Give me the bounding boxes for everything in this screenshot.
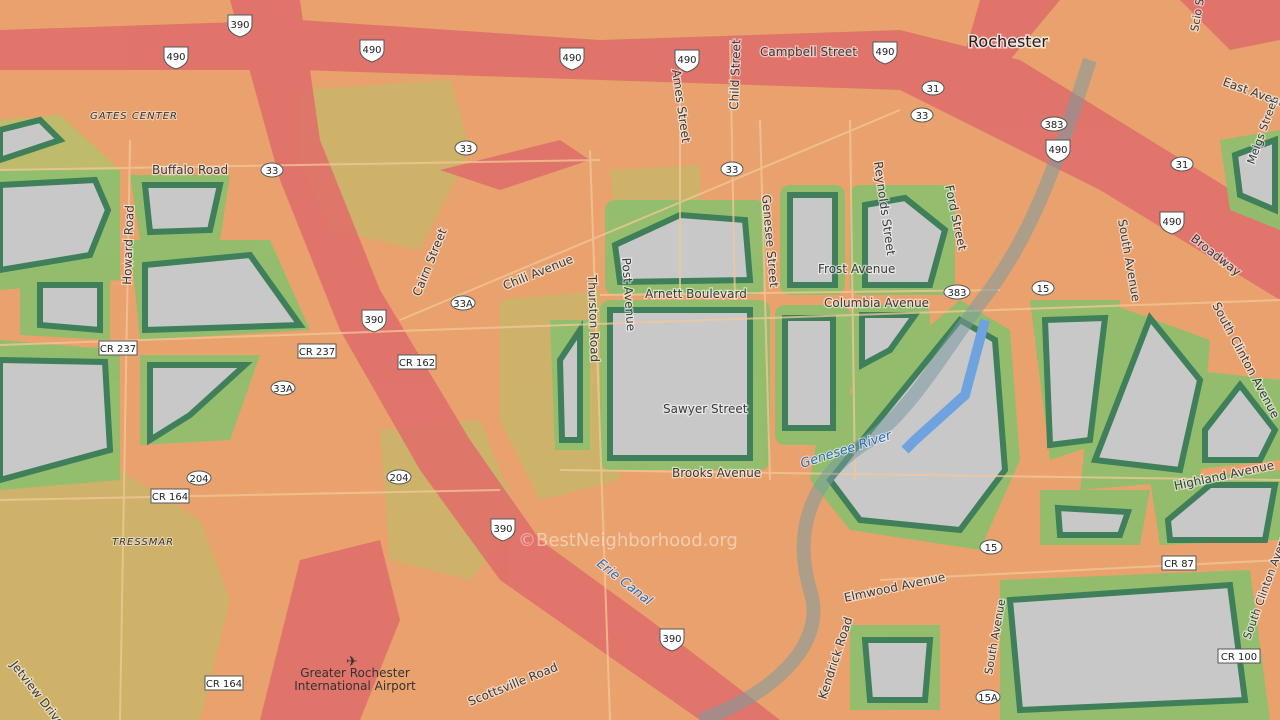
shield-i490: 490	[875, 47, 894, 58]
shield-cr100: CR 100	[1221, 652, 1257, 663]
street-label: Sawyer Street	[663, 402, 748, 416]
street-label: Frost Avenue	[818, 262, 895, 276]
shield-r204: 204	[389, 473, 408, 484]
shield-r204: 204	[189, 474, 208, 485]
shield-r383: 383	[947, 288, 966, 299]
shield-i390: 390	[230, 20, 249, 31]
shield-i490: 490	[362, 45, 381, 56]
street-label: Arnett Boulevard	[645, 287, 747, 301]
shield-cr164: CR 164	[152, 492, 188, 503]
shield-r31: 31	[927, 84, 940, 95]
shield-i490: 490	[677, 55, 696, 66]
street-label: Columbia Avenue	[824, 296, 929, 310]
shield-i490: 490	[1162, 217, 1181, 228]
shield-r15: 15	[985, 543, 998, 554]
shield-cr237: CR 237	[100, 344, 136, 355]
shield-r31: 31	[1176, 160, 1189, 171]
street-label: Child Street	[727, 39, 743, 110]
street-label: Buffalo Road	[152, 163, 228, 177]
shield-cr164: CR 164	[206, 679, 242, 690]
shield-i390: 390	[493, 524, 512, 535]
shield-cr162: CR 162	[399, 358, 435, 369]
shield-r383: 383	[1044, 120, 1063, 131]
shield-r33a: 33A	[273, 384, 293, 395]
city-label: Rochester	[968, 32, 1048, 51]
area-label-tressmar: TRESSMAR	[112, 537, 174, 548]
area-label-gates-center: GATES CENTER	[90, 111, 178, 122]
shield-r33: 33	[460, 144, 473, 155]
shield-r33: 33	[726, 165, 739, 176]
airport-label-box: Greater Rochester International Airport	[294, 667, 416, 693]
watermark: ©BestNeighborhood.org	[518, 530, 738, 551]
neighborhood-heat-map[interactable]: Rochester GATES CENTER TRESSMAR Campbell…	[0, 0, 1280, 720]
shield-i490: 490	[562, 53, 581, 64]
shield-r33: 33	[266, 166, 279, 177]
shield-r33a: 33A	[453, 299, 473, 310]
shield-r15a: 15A	[978, 693, 998, 704]
street-label: Campbell Street	[760, 45, 857, 59]
shield-cr87: CR 87	[1164, 559, 1194, 570]
shield-i490: 490	[1048, 145, 1067, 156]
street-label: Brooks Avenue	[672, 466, 761, 480]
shield-i390: 390	[662, 634, 681, 645]
street-label: Howard Road	[120, 205, 137, 285]
shield-r15: 15	[1037, 284, 1050, 295]
shield-i490: 490	[166, 52, 185, 63]
shield-r33: 33	[916, 111, 929, 122]
shield-cr237: CR 237	[299, 347, 335, 358]
airport-label-text: Greater Rochester International Airport	[294, 667, 416, 693]
shield-i390: 390	[364, 315, 383, 326]
